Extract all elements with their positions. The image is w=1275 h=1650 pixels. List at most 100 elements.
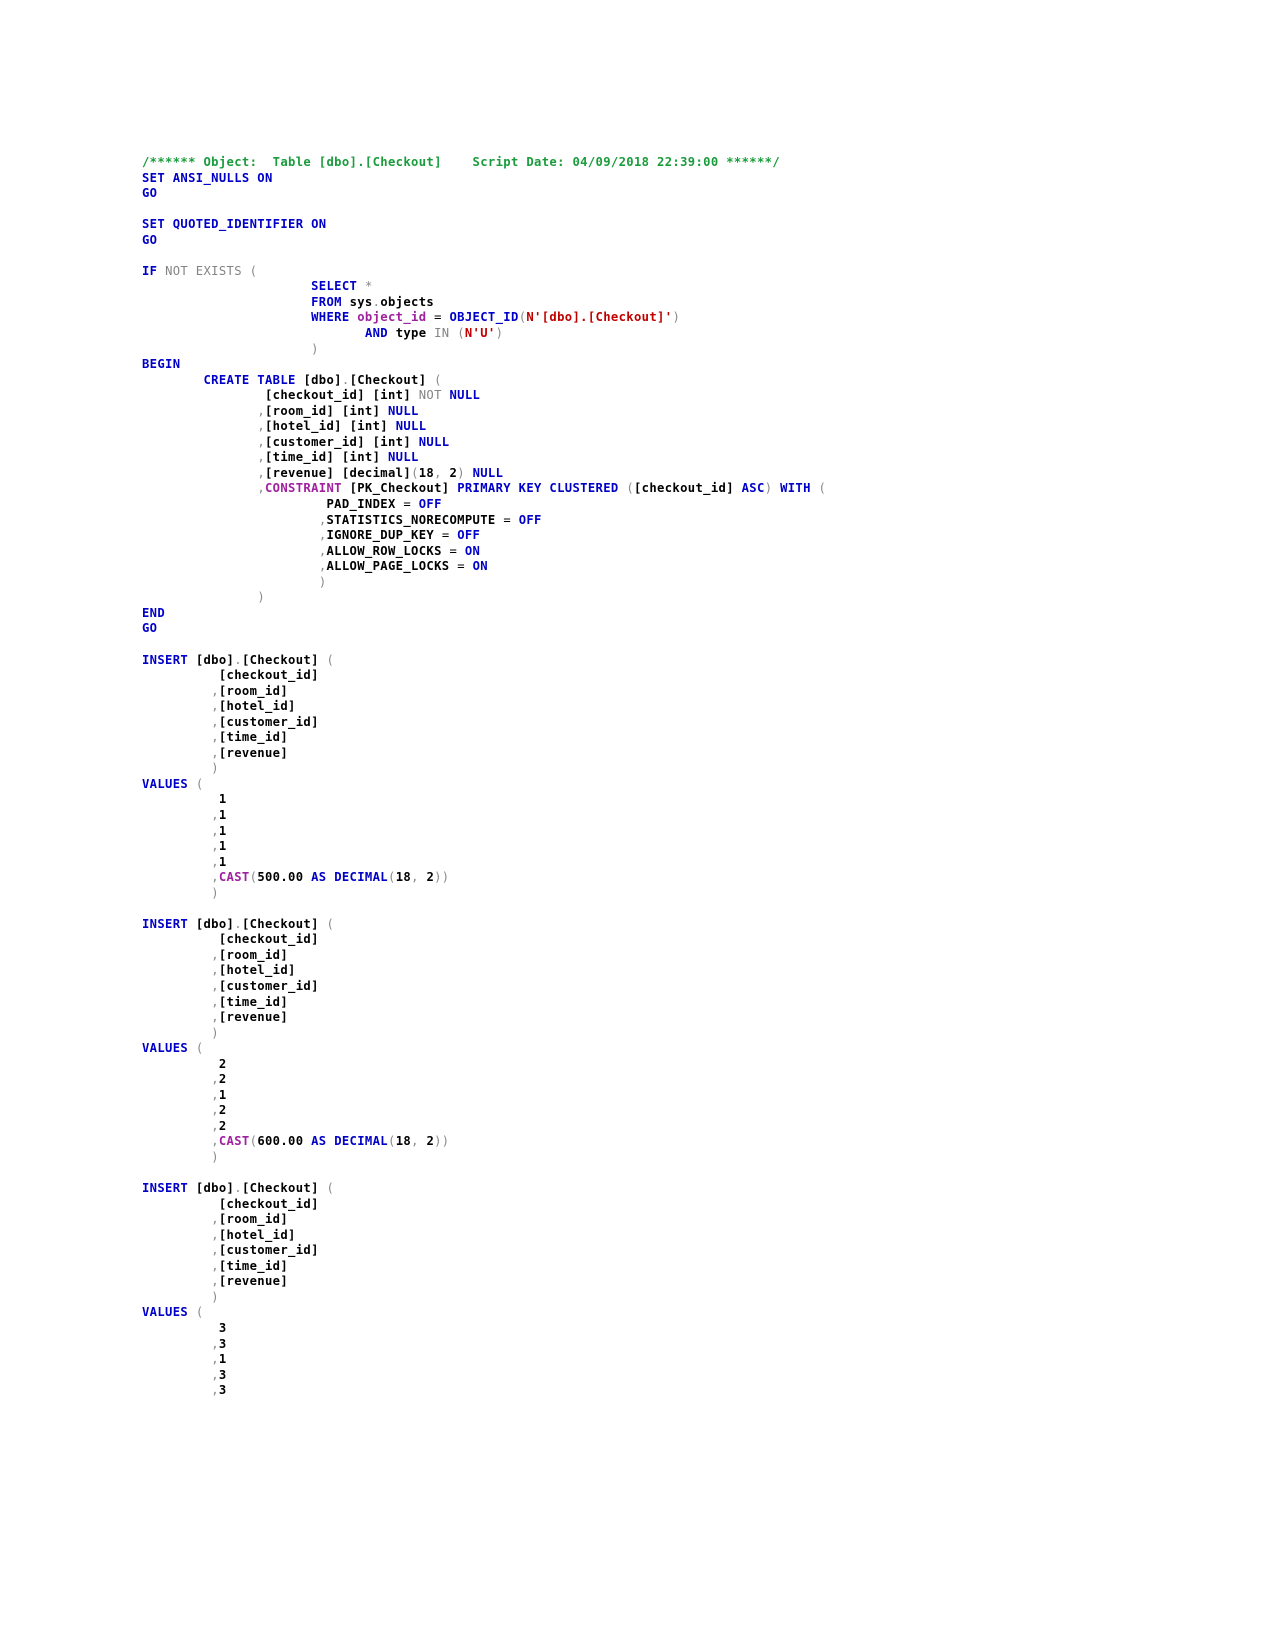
- open-paren: (: [411, 465, 419, 480]
- select-star: SELECT *: [142, 279, 1142, 295]
- comma-token: ,: [257, 465, 265, 480]
- equals-operator: =: [503, 512, 511, 527]
- index-option-name: ALLOW_ROW_LOCKS: [326, 543, 442, 558]
- equals-operator: =: [403, 497, 412, 512]
- value-literal: 1: [218, 839, 227, 854]
- insert-column: ,[hotel_id]: [142, 1228, 1142, 1244]
- sql-code-block[interactable]: /****** Object: Table [dbo].[Checkout] S…: [142, 155, 1142, 1399]
- value-literal: 2: [218, 1072, 227, 1087]
- go-batch-separator: GO: [142, 186, 158, 201]
- close-exists: ): [142, 342, 1142, 358]
- comma-token: ,: [211, 730, 219, 745]
- close-with: ): [142, 575, 1142, 591]
- close-paren: ): [495, 326, 504, 341]
- scale-value: 2: [426, 870, 435, 885]
- value-literal: 3: [218, 1367, 227, 1382]
- insert-statement: INSERT [dbo].[Checkout] (: [142, 917, 1142, 933]
- comma-token: ,: [211, 1072, 219, 1087]
- close-insert-columns: ): [142, 1026, 1142, 1042]
- type-literal: N'U': [464, 326, 496, 341]
- comma-token: ,: [257, 419, 265, 434]
- comma-token: ,: [211, 870, 219, 885]
- close-paren: ): [211, 1289, 219, 1304]
- close-paren: ): [211, 761, 219, 776]
- comma-token: ,: [211, 1227, 219, 1242]
- insert-value: ,2: [142, 1119, 1142, 1135]
- open-paren: (: [457, 326, 465, 341]
- select-keyword: SELECT: [311, 279, 358, 294]
- comma-token: ,: [211, 1103, 219, 1118]
- values-keyword: VALUES: [142, 776, 189, 791]
- key-column-name: [checkout_id]: [634, 481, 734, 496]
- open-paren: (: [195, 776, 204, 791]
- close-paren: ): [318, 574, 327, 589]
- if-keyword: IF: [142, 263, 158, 278]
- dot-token: .: [234, 916, 242, 931]
- column-name: [room_id]: [265, 403, 335, 418]
- column-name: [customer_id]: [265, 434, 365, 449]
- begin-keyword: BEGIN: [142, 357, 181, 372]
- column-definition: [checkout_id] [int] NOT NULL: [142, 388, 1142, 404]
- go-2: GO: [142, 233, 1142, 249]
- insert-value: ,1: [142, 1088, 1142, 1104]
- insert-column: ,[hotel_id]: [142, 699, 1142, 715]
- comma-token: ,: [211, 1118, 219, 1133]
- comma-token: ,: [211, 1383, 219, 1398]
- comma-token: ,: [257, 434, 265, 449]
- value-literal: 1: [218, 792, 227, 807]
- object-name-literal: N'[dbo].[Checkout]': [526, 310, 673, 325]
- object-id-function: OBJECT_ID: [449, 310, 519, 325]
- index-option: ,IGNORE_DUP_KEY = OFF: [142, 528, 1142, 544]
- null-keyword: NULL: [449, 388, 481, 403]
- dot-token: .: [234, 1181, 242, 1196]
- value-literal: 1: [218, 823, 227, 838]
- value-literal: 2: [218, 1118, 227, 1133]
- column-type: [int]: [341, 403, 381, 418]
- equals-operator: =: [441, 528, 450, 543]
- insert-column: [checkout_id]: [142, 932, 1142, 948]
- close-create-table: ): [142, 590, 1142, 606]
- comma-token: ,: [411, 1134, 427, 1149]
- set-quoted-identifier: SET QUOTED_IDENTIFIER ON: [142, 217, 1142, 233]
- script-header-comment: /****** Object: Table [dbo].[Checkout] S…: [142, 155, 781, 169]
- values-keyword-line: VALUES (: [142, 1041, 1142, 1057]
- comma-token: ,: [211, 839, 219, 854]
- scale-value: 2: [426, 1134, 435, 1149]
- open-paren: (: [326, 1181, 335, 1196]
- cast-function: CAST: [218, 870, 250, 885]
- insert-column-name: [customer_id]: [218, 714, 319, 729]
- equals-operator: =: [457, 559, 465, 574]
- create-table: CREATE TABLE [dbo].[Checkout] (: [142, 373, 1142, 389]
- comma-token: ,: [257, 450, 265, 465]
- comma-token: ,: [211, 699, 219, 714]
- comma-token: ,: [211, 947, 219, 962]
- column-name: [revenue]: [265, 465, 335, 480]
- open-paren: (: [195, 1041, 204, 1056]
- insert-column-name: [hotel_id]: [218, 699, 296, 714]
- comma-token: ,: [318, 543, 327, 558]
- insert-column-name: [time_id]: [218, 1258, 289, 1273]
- as-keyword: AS: [311, 870, 327, 885]
- cast-amount-value: 500.00: [257, 870, 304, 885]
- precision-value: 18: [395, 870, 412, 885]
- schema-name: [dbo]: [195, 652, 235, 667]
- close-insert-columns: ): [142, 1290, 1142, 1306]
- comma-token: ,: [211, 963, 219, 978]
- comma-token: ,: [211, 1010, 219, 1025]
- comma-token: ,: [211, 1087, 219, 1102]
- column-definition: ,[revenue] [decimal](18, 2) NULL: [142, 466, 1142, 482]
- comma-token: ,: [211, 823, 219, 838]
- cast-amount-value: 600.00: [257, 1134, 304, 1149]
- set-quoted-identifier-statement: SET QUOTED_IDENTIFIER ON: [142, 217, 327, 232]
- value-literal: 2: [218, 1056, 227, 1071]
- comma-token: ,: [211, 1243, 219, 1258]
- in-keyword: IN: [434, 326, 450, 341]
- index-option-value: OFF: [518, 512, 542, 527]
- comma-token: ,: [434, 465, 450, 480]
- insert-column-name: [customer_id]: [218, 1243, 319, 1258]
- objects-table: objects: [380, 294, 435, 309]
- comma-token: ,: [211, 1367, 219, 1382]
- go-3: GO: [142, 621, 1142, 637]
- insert-value: ,1: [142, 824, 1142, 840]
- table-name: [Checkout]: [241, 916, 319, 931]
